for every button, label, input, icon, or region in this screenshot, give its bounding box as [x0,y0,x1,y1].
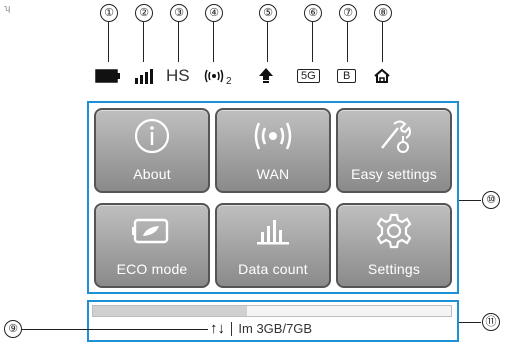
band-b-label: B [337,69,357,83]
menu-tile-label: Data count [238,261,308,277]
menu-tile-label: ECO mode [116,261,188,277]
callout-line-8 [382,22,384,62]
callout-9: ⑨ [4,320,22,338]
wifi-clients-icon: 2 [204,60,232,92]
menu-tile-label: Easy settings [351,166,437,182]
menu-tile-easy-settings[interactable]: Easy settings [336,108,452,193]
callout-5: ⑤ [259,4,277,22]
data-usage-text: Im 3GB/7GB [238,321,313,336]
callout-10: ⑩ [482,191,500,209]
transfer-arrows-icon: ↑↓ [210,320,225,337]
menu-tile-label: About [133,166,171,182]
callout-line-9 [22,329,208,331]
callout-6: ⑥ [304,4,322,22]
menu-tile-settings[interactable]: Settings [336,203,452,288]
menu-tile-label: Settings [367,261,421,277]
bar-chart-icon [253,205,293,257]
home-icon [373,60,391,92]
callout-line-11 [459,322,481,324]
battery-icon [95,60,121,92]
callout-line-4 [213,22,215,62]
tools-icon [374,110,414,162]
menu-tile-wan[interactable]: WAN [215,108,331,193]
network-type-label: HS [166,66,190,85]
menu-tile-data-count[interactable]: Data count [215,203,331,288]
callout-7: ⑦ [339,4,357,22]
band-5g-label: 5G [297,69,320,83]
callout-line-5 [267,22,269,62]
callout-line-6 [312,22,314,62]
callout-line-10 [459,200,481,202]
callout-line-7 [347,22,349,62]
callout-3: ③ [170,4,188,22]
callout-8: ⑧ [374,4,392,22]
divider [231,321,233,336]
callout-line-2 [143,22,145,62]
info-icon [133,110,171,162]
callout-line-3 [178,22,180,62]
callout-line-1 [108,22,110,62]
callout-1: ① [100,4,118,22]
corner-mark: ʮ [4,3,11,13]
menu-tile-eco-mode[interactable]: ECO mode [94,203,210,288]
callout-2: ② [135,4,153,22]
menu-tile-about[interactable]: About [94,108,210,193]
data-usage-row: ↑↓ Im 3GB/7GB [210,320,312,337]
status-bar: HS 2 5G B [90,60,460,92]
signal-strength-icon [134,60,154,92]
callout-4: ④ [205,4,223,22]
update-arrow-icon [258,60,274,92]
gear-icon [374,205,414,257]
menu-tile-label: WAN [256,166,290,182]
battery-eco-icon [130,205,174,257]
data-usage-progress-fill [93,306,247,316]
wan-signal-icon [250,110,296,162]
data-usage-progress [92,305,452,317]
callout-11: ⑪ [482,313,500,331]
wifi-client-count: 2 [226,75,232,87]
